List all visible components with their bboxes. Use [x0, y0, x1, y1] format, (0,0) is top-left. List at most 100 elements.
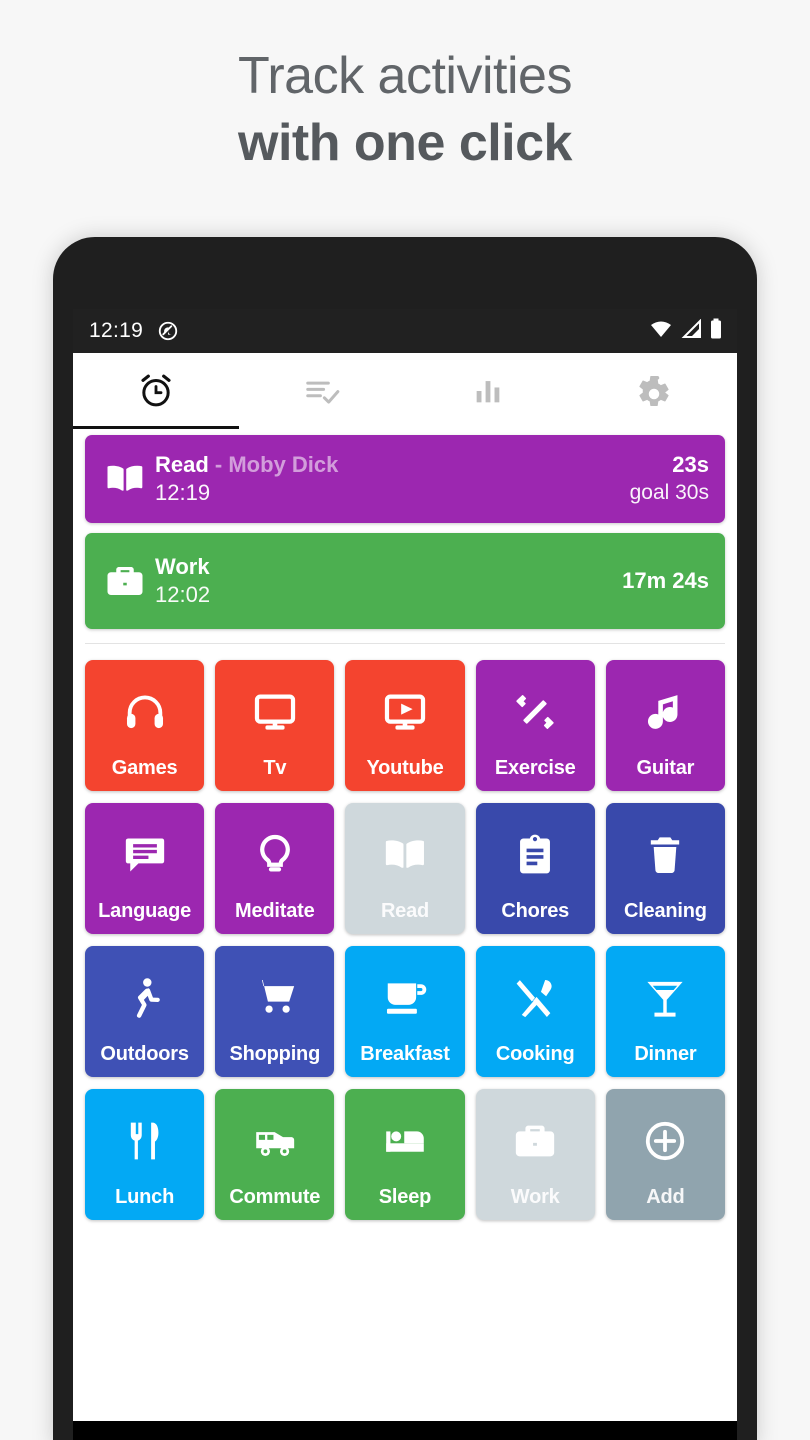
status-time: 12:19	[89, 319, 144, 342]
tab-bar	[73, 353, 737, 429]
book-icon	[97, 458, 153, 500]
activity-tile-work[interactable]: Work	[475, 1089, 595, 1220]
running-card-metrics: 23s goal 30s	[630, 451, 709, 507]
book-icon	[345, 803, 464, 900]
activity-tile-label: Exercise	[494, 757, 576, 779]
fork-spoon-icon	[476, 946, 595, 1043]
music-note-icon	[606, 660, 725, 757]
activity-tile-label: Shopping	[229, 1043, 321, 1065]
promo-headline: Track activities with one click	[0, 46, 810, 174]
running-card-read[interactable]: Read - Moby Dick 12:19 23s goal 30s	[85, 435, 725, 523]
headphones-icon	[85, 660, 204, 757]
activity-tile-label: Sleep	[378, 1186, 432, 1208]
headline-line-2: with one click	[238, 114, 572, 172]
briefcase-icon	[476, 1089, 595, 1186]
coffee-cup-icon	[345, 946, 464, 1043]
activity-tile-shopping[interactable]: Shopping	[215, 946, 335, 1077]
activity-tile-dinner[interactable]: Dinner	[605, 946, 725, 1077]
signal-icon	[680, 318, 702, 344]
app-screen: Read - Moby Dick 12:19 23s goal 30s Work…	[73, 353, 737, 1421]
briefcase-icon	[97, 560, 153, 602]
activity-tile-label: Guitar	[636, 757, 695, 779]
activity-tile-label: Language	[98, 900, 192, 922]
running-title: Read	[155, 452, 209, 477]
activity-tile-label: Tv	[263, 757, 287, 779]
wifi-icon	[649, 319, 673, 344]
tab-settings[interactable]	[571, 353, 737, 429]
tab-history[interactable]	[239, 353, 405, 429]
activity-tile-label: Add	[646, 1186, 685, 1208]
activity-tile-youtube[interactable]: Youtube	[345, 660, 465, 791]
activity-tile-label: Games	[111, 757, 178, 779]
running-elapsed: 23s	[672, 452, 709, 477]
trash-icon	[606, 803, 725, 900]
play-box-icon	[345, 660, 464, 757]
activity-tile-label: Cleaning	[623, 900, 707, 922]
cocktail-icon	[606, 946, 725, 1043]
gear-icon	[636, 373, 672, 409]
phone-frame: 12:19 Read - Moby Dick 12:19 23s goal 30…	[53, 237, 757, 1440]
tab-statistics[interactable]	[405, 353, 571, 429]
activity-tile-label: Chores	[501, 900, 570, 922]
playlist-check-icon	[303, 372, 341, 410]
running-card-text: Work 12:02	[153, 553, 622, 609]
activity-tile-label: Lunch	[115, 1186, 175, 1208]
android-navigation-bar	[73, 1421, 737, 1440]
tab-timers[interactable]	[73, 353, 239, 429]
activity-tile-games[interactable]: Games	[85, 660, 205, 791]
activity-tile-sleep[interactable]: Sleep	[345, 1089, 465, 1220]
alarm-clock-icon	[136, 371, 176, 411]
cart-icon	[215, 946, 334, 1043]
running-goal: goal 30s	[629, 481, 709, 504]
activity-tile-read[interactable]: Read	[345, 803, 465, 934]
headline-line-1: Track activities	[238, 47, 572, 105]
activity-tile-tv[interactable]: Tv	[215, 660, 335, 791]
activity-tile-label: Youtube	[366, 757, 444, 779]
do-not-disturb-icon	[157, 320, 179, 342]
chat-lines-icon	[85, 803, 204, 900]
running-card-text: Read - Moby Dick 12:19	[153, 451, 630, 507]
activity-tile-breakfast[interactable]: Breakfast	[345, 946, 465, 1077]
activity-tile-commute[interactable]: Commute	[215, 1089, 335, 1220]
walk-icon	[85, 946, 204, 1043]
running-activities: Read - Moby Dick 12:19 23s goal 30s Work…	[73, 429, 737, 644]
activity-tile-label: Commute	[229, 1186, 321, 1208]
bed-icon	[345, 1089, 464, 1186]
activity-tile-language[interactable]: Language	[85, 803, 205, 934]
activity-tile-meditate[interactable]: Meditate	[215, 803, 335, 934]
plus-circle-icon	[606, 1089, 725, 1186]
activity-tile-chores[interactable]: Chores	[475, 803, 595, 934]
running-subtitle: - Moby Dick	[214, 452, 339, 477]
bar-chart-icon	[471, 374, 505, 408]
running-title: Work	[155, 554, 210, 579]
activity-tile-label: Breakfast	[360, 1043, 450, 1065]
activity-tile-guitar[interactable]: Guitar	[605, 660, 725, 791]
running-start-time: 12:02	[155, 582, 211, 607]
activity-tile-cooking[interactable]: Cooking	[475, 946, 595, 1077]
running-card-metrics: 17m 24s	[622, 567, 709, 595]
running-elapsed: 17m 24s	[622, 568, 709, 593]
activity-grid: Games Tv Youtube Exercise Guitar Language Medi…	[73, 644, 737, 1220]
activity-tile-exercise[interactable]: Exercise	[475, 660, 595, 791]
activity-tile-label: Cooking	[495, 1043, 575, 1065]
promo-screenshot: Track activities with one click 12:19 Re…	[0, 0, 810, 1440]
activity-tile-label: Meditate	[235, 900, 315, 922]
monitor-icon	[215, 660, 334, 757]
battery-icon	[709, 318, 723, 345]
activity-tile-label: Outdoors	[100, 1043, 189, 1065]
activity-tile-label: Work	[510, 1186, 560, 1208]
activity-tile-add[interactable]: Add	[605, 1089, 725, 1220]
android-status-bar: 12:19	[73, 309, 737, 353]
running-start-time: 12:19	[155, 480, 211, 505]
activity-tile-label: Dinner	[634, 1043, 697, 1065]
van-icon	[215, 1089, 334, 1186]
activity-tile-cleaning[interactable]: Cleaning	[605, 803, 725, 934]
dumbbell-icon	[476, 660, 595, 757]
activity-tile-lunch[interactable]: Lunch	[85, 1089, 205, 1220]
lightbulb-icon	[215, 803, 334, 900]
clipboard-icon	[476, 803, 595, 900]
activity-tile-label: Read	[380, 900, 430, 922]
running-card-work[interactable]: Work 12:02 17m 24s	[85, 533, 725, 629]
activity-tile-outdoors[interactable]: Outdoors	[85, 946, 205, 1077]
fork-knife-icon	[85, 1089, 204, 1186]
